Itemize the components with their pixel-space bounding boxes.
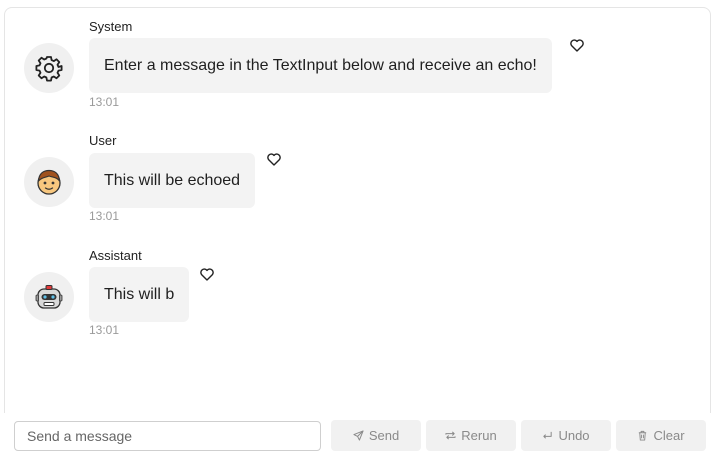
sender-label: User [89,133,117,148]
clear-label: Clear [653,428,685,443]
trash-icon [637,430,648,441]
send-label: Send [368,428,400,443]
clear-button[interactable]: Clear [616,420,706,451]
repeat-icon [445,430,456,441]
message-text: This will be echoed [104,171,241,189]
timestamp: 13:01 [89,209,120,223]
rerun-label: Rerun [461,428,497,443]
sender-label: System [89,19,133,34]
message-bubble: Enter a message in the TextInput below a… [89,38,552,93]
undo-label: Undo [558,428,590,443]
undo-button[interactable]: Undo [521,420,611,451]
heart-icon[interactable] [200,268,214,281]
timestamp: 13:01 [89,95,120,109]
send-button[interactable]: Send [331,420,421,451]
composer-bar: Send Rerun Undo Clear [0,419,712,452]
message-bubble: This will b [89,267,190,322]
rerun-button[interactable]: Rerun [426,420,516,451]
avatar [24,272,74,322]
heart-icon[interactable] [267,153,281,166]
user-emoji-icon [37,169,61,195]
sender-label: Assistant [89,248,142,263]
avatar [24,43,74,93]
message-text: This will b [104,285,175,303]
message-text: Enter a message in the TextInput below a… [104,56,537,74]
timestamp: 13:01 [89,323,120,337]
avatar [24,157,74,207]
message-bubble: This will be echoed [89,153,256,208]
paper-plane-icon [353,430,364,441]
heart-icon[interactable] [570,39,584,52]
return-arrow-icon [542,430,553,441]
gear-icon [35,56,63,82]
robot-icon [35,285,63,309]
message-input[interactable] [14,421,321,451]
